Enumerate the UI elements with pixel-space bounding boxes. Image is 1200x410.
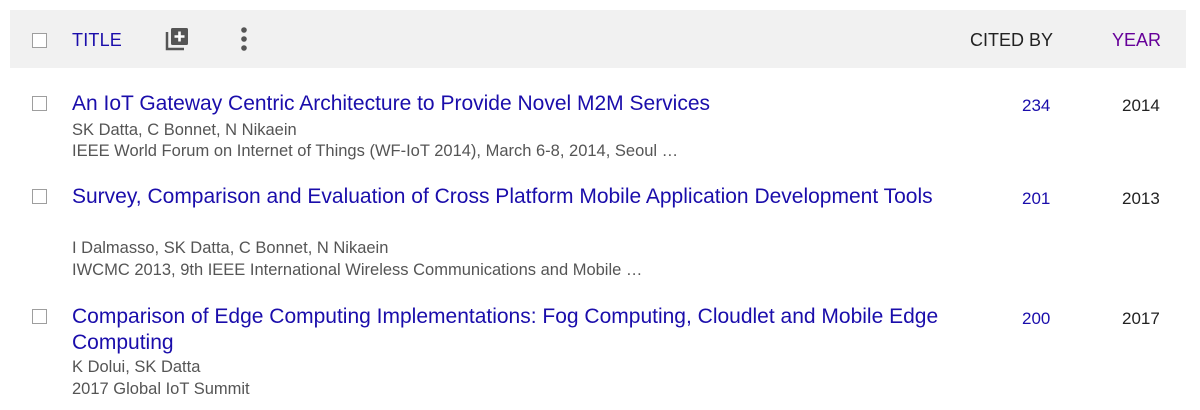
sort-by-year-link[interactable]: YEAR: [1112, 30, 1161, 51]
row-checkbox[interactable]: [32, 96, 47, 111]
cited-by-count-link[interactable]: 234: [1022, 96, 1050, 116]
article-venue: IEEE World Forum on Internet of Things (…: [72, 142, 679, 160]
more-options-icon[interactable]: [236, 26, 252, 54]
add-to-library-icon[interactable]: [164, 26, 190, 52]
article-year: 2014: [1122, 96, 1160, 115]
article-year: 2013: [1122, 189, 1160, 208]
select-all-checkbox[interactable]: [32, 33, 47, 48]
row-checkbox[interactable]: [32, 309, 47, 324]
cited-by-count-link[interactable]: 200: [1022, 309, 1050, 329]
article-authors: K Dolui, SK Datta: [72, 358, 201, 376]
sort-by-title-link[interactable]: TITLE: [72, 30, 122, 51]
cited-by-header: CITED BY: [970, 30, 1054, 50]
article-authors: I Dalmasso, SK Datta, C Bonnet, N Nikaei…: [72, 239, 389, 257]
article-venue: IWCMC 2013, 9th IEEE International Wirel…: [72, 261, 643, 279]
article-year: 2017: [1122, 309, 1160, 328]
article-title-link[interactable]: Survey, Comparison and Evaluation of Cro…: [72, 184, 942, 210]
article-title-link[interactable]: Comparison of Edge Computing Implementat…: [72, 304, 942, 356]
article-venue: 2017 Global IoT Summit: [72, 380, 250, 398]
cited-by-count-link[interactable]: 201: [1022, 189, 1050, 209]
row-checkbox[interactable]: [32, 189, 47, 204]
article-authors: SK Datta, C Bonnet, N Nikaein: [72, 121, 297, 139]
article-title-link[interactable]: An IoT Gateway Centric Architecture to P…: [72, 91, 942, 117]
